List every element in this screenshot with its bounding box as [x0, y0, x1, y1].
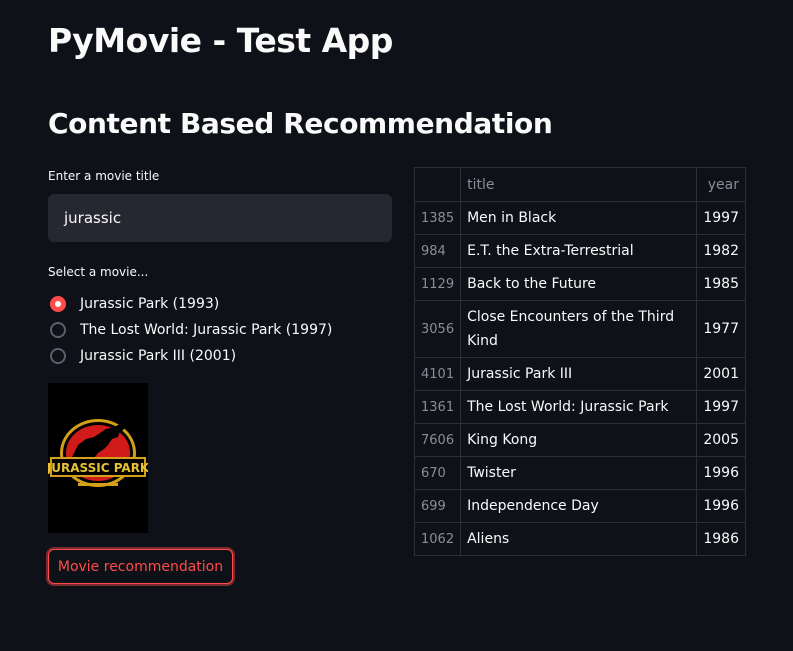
row-title-cell: Close Encounters of the Third Kind — [460, 300, 698, 358]
row-year-cell: 1997 — [696, 201, 746, 235]
column-header-index[interactable] — [413, 167, 462, 202]
table-row[interactable]: 4101 Jurassic Park III 2001 — [413, 357, 746, 391]
row-year-cell: 1996 — [696, 456, 746, 490]
row-index-cell: 984 — [413, 234, 462, 268]
radio-option-jurassic-park[interactable]: Jurassic Park (1993) — [50, 291, 332, 317]
table-row[interactable]: 984 E.T. the Extra-Terrestrial 1982 — [413, 234, 746, 268]
row-title-cell: Twister — [460, 456, 698, 490]
column-header-year[interactable]: year — [696, 167, 746, 202]
radio-unselected-icon[interactable] — [50, 348, 66, 364]
row-index-cell: 1385 — [413, 201, 462, 235]
row-year-cell: 2005 — [696, 423, 746, 457]
row-year-cell: 1986 — [696, 522, 746, 556]
row-index-cell: 1062 — [413, 522, 462, 556]
table-row[interactable]: 699 Independence Day 1996 — [413, 489, 746, 523]
row-index-cell: 1129 — [413, 267, 462, 301]
row-title-cell: E.T. the Extra-Terrestrial — [460, 234, 698, 268]
jurassic-park-logo: JURASSIC PARK — [46, 383, 150, 533]
search-label: Enter a movie title — [48, 169, 160, 183]
movie-radio-group: Jurassic Park (1993) The Lost World: Jur… — [50, 291, 332, 369]
row-year-cell: 1997 — [696, 390, 746, 424]
movie-recommendation-button[interactable]: Movie recommendation — [48, 549, 233, 584]
row-title-cell: Aliens — [460, 522, 698, 556]
app-page: PyMovie - Test App Content Based Recomme… — [0, 0, 793, 651]
radio-option-label: Jurassic Park III (2001) — [80, 348, 237, 364]
row-index-cell: 1361 — [413, 390, 462, 424]
row-index-cell: 670 — [413, 456, 462, 490]
row-title-cell: Men in Black — [460, 201, 698, 235]
table-body: 1385 Men in Black 1997 984 E.T. the Extra-Te… — [413, 201, 746, 556]
table-row[interactable]: 670 Twister 1996 — [413, 456, 746, 490]
table-row[interactable]: 1361 The Lost World: Jurassic Park 1997 — [413, 390, 746, 424]
radio-selected-icon[interactable] — [50, 296, 66, 312]
row-year-cell: 1985 — [696, 267, 746, 301]
table-row[interactable]: 1062 Aliens 1986 — [413, 522, 746, 556]
movie-title-input[interactable]: jurassic — [48, 194, 392, 242]
movie-select-label: Select a movie... — [48, 265, 149, 279]
poster-logo-text: JURASSIC PARK — [48, 461, 148, 475]
table-row[interactable]: 7606 King Kong 2005 — [413, 423, 746, 457]
table-header-row: title year — [413, 167, 746, 202]
movie-title-input-value: jurassic — [64, 209, 122, 227]
row-title-cell: Jurassic Park III — [460, 357, 698, 391]
app-title: PyMovie - Test App — [48, 21, 393, 60]
radio-option-jurassic-park-3[interactable]: Jurassic Park III (2001) — [50, 343, 332, 369]
radio-option-label: The Lost World: Jurassic Park (1997) — [80, 322, 333, 338]
section-title: Content Based Recommendation — [48, 107, 553, 140]
movie-poster: JURASSIC PARK — [46, 383, 150, 533]
radio-unselected-icon[interactable] — [50, 322, 66, 338]
row-title-cell: King Kong — [460, 423, 698, 457]
row-index-cell: 7606 — [413, 423, 462, 457]
column-header-title[interactable]: title — [460, 167, 698, 202]
table-row[interactable]: 1385 Men in Black 1997 — [413, 201, 746, 235]
row-title-cell: The Lost World: Jurassic Park — [460, 390, 698, 424]
table-row[interactable]: 3056 Close Encounters of the Third Kind 19… — [413, 300, 746, 358]
row-year-cell: 2001 — [696, 357, 746, 391]
row-year-cell: 1977 — [696, 300, 746, 358]
row-title-cell: Independence Day — [460, 489, 698, 523]
row-index-cell: 4101 — [413, 357, 462, 391]
row-year-cell: 1996 — [696, 489, 746, 523]
row-year-cell: 1982 — [696, 234, 746, 268]
recommendation-table: title year 1385 Men in Black 1997 984 E.T. t… — [413, 167, 746, 556]
radio-option-label: Jurassic Park (1993) — [80, 296, 220, 312]
table-row[interactable]: 1129 Back to the Future 1985 — [413, 267, 746, 301]
row-index-cell: 3056 — [413, 300, 462, 358]
row-title-cell: Back to the Future — [460, 267, 698, 301]
row-index-cell: 699 — [413, 489, 462, 523]
radio-option-lost-world[interactable]: The Lost World: Jurassic Park (1997) — [50, 317, 332, 343]
